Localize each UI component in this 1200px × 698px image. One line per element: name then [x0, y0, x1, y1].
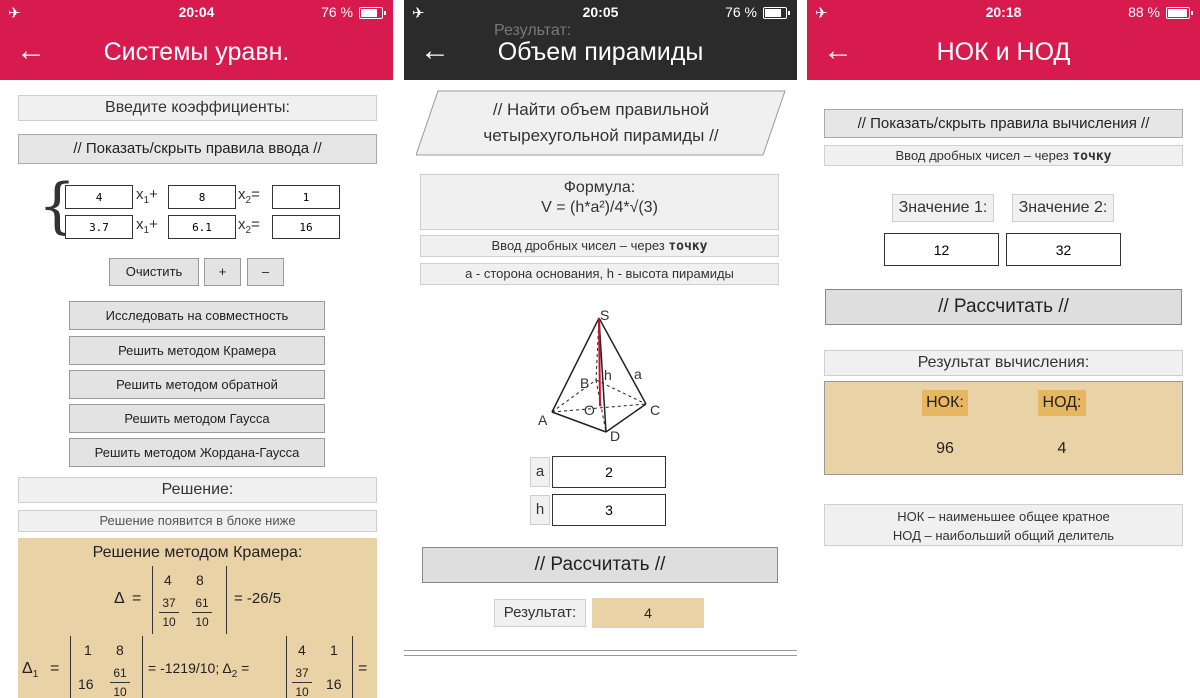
result-label: Результат: [494, 599, 586, 627]
cramer-solution-block: Решение методом Крамера: Δ = 4 8 37 10 61… [18, 538, 377, 698]
remove-row-button[interactable]: – [247, 258, 284, 286]
coef-r1-b[interactable] [168, 185, 236, 209]
m-cell: 16 [326, 676, 342, 692]
battery-icon [763, 7, 790, 19]
nod-value: 4 [1057, 440, 1067, 457]
point-label: A [538, 412, 548, 428]
x1-label: x1+ [136, 186, 158, 206]
m-cell: 4 [298, 642, 306, 658]
screen-lcm-gcd: ✈ 20:18 88 % ← НОК и НОД // Показать/скр… [807, 0, 1200, 698]
delta-symbol: Δ [114, 590, 125, 607]
solve-gauss-button[interactable]: Решить методом Гаусса [69, 404, 325, 433]
point-label: h [604, 367, 612, 383]
m-frac: 37 10 [159, 596, 179, 629]
eq-sign: = [358, 660, 368, 677]
calculate-button[interactable]: // Рассчитать // [825, 289, 1182, 325]
a-input[interactable] [552, 456, 666, 488]
point-label: S [600, 307, 610, 323]
battery-icon [1166, 7, 1193, 19]
m-cell: 8 [116, 642, 124, 658]
battery-icon [359, 7, 386, 19]
solution-header: Решение: [18, 477, 377, 503]
nav-bar: Результат: ← Объем пирамиды [404, 22, 797, 80]
m-cell: 4 [164, 572, 172, 588]
result-value: 4 [592, 598, 704, 628]
formula-text: V = (h*a²)/4*√(3) [541, 199, 658, 216]
eq-sign: = [132, 590, 142, 607]
task-text: // Найти объем правильной четырехугольно… [483, 100, 719, 145]
enter-coeffs-label: Введите коэффициенты: [18, 95, 377, 121]
clear-button[interactable]: Очистить [109, 258, 199, 286]
nok-value: 96 [936, 440, 954, 457]
m-frac: 61 10 [110, 666, 130, 698]
divider [404, 655, 797, 656]
screen-equations: ✈ 20:04 76 % ← Системы уравн. Введите ко… [0, 0, 393, 698]
cramer-title: Решение методом Крамера: [92, 544, 303, 561]
solve-cramer-button[interactable]: Решить методом Крамера [69, 336, 325, 365]
coef-r2-a[interactable] [65, 215, 133, 239]
formula-box: Формула: V = (h*a²)/4*√(3) [420, 174, 779, 230]
vars-hint: a - сторона основания, h - высота пирами… [420, 263, 779, 285]
eq-sign: = [50, 660, 60, 677]
result-header: Результат вычисления: [824, 350, 1183, 376]
solve-jordan-gauss-button[interactable]: Решить методом Жордана-Гаусса [69, 438, 325, 467]
nok-label: НОК: [922, 390, 968, 416]
nod-label: НОД: [1038, 390, 1086, 416]
legend-box: НОК – наименьшее общее кратное НОД – наи… [824, 504, 1183, 546]
solution-hint: Решение появится в блоке ниже [18, 510, 377, 532]
m-frac: 61 10 [192, 596, 212, 629]
result-block: НОК: НОД: 96 4 [824, 381, 1183, 475]
page-title: Системы уравн. [103, 38, 290, 66]
divider [404, 650, 797, 651]
m-cell: 8 [196, 572, 204, 588]
m-cell: 16 [78, 676, 94, 692]
decimal-hint: Ввод дробных чисел – через точку [824, 145, 1183, 166]
screen-pyramid: ✈ 20:05 76 % Результат: ← Объем пирамиды… [404, 0, 797, 698]
nav-bar: ← Системы уравн. [0, 26, 393, 80]
m-cell: 1 [330, 642, 338, 658]
delta1-result: = -1219/10; Δ2 = [148, 660, 250, 680]
a-label: a [530, 457, 550, 487]
status-bar: ✈ 20:04 76 % [0, 0, 393, 26]
point-label: O [584, 402, 595, 418]
coef-r1-c[interactable] [272, 185, 340, 209]
value2-label: Значение 2: [1012, 194, 1114, 222]
battery-percent: 76 % [725, 4, 757, 20]
delta1-symbol: Δ1 [22, 660, 39, 681]
m-cell: 1 [84, 642, 92, 658]
coef-r2-b[interactable] [168, 215, 236, 239]
status-bar: ✈ 20:05 76 % [404, 0, 797, 26]
toggle-rules-button[interactable]: // Показать/скрыть правила ввода // [18, 134, 377, 164]
page-title: НОК и НОД [936, 38, 1071, 66]
x1-label: x1+ [136, 216, 158, 236]
h-label: h [530, 495, 550, 525]
nav-bar: ← НОК и НОД [807, 26, 1200, 80]
x2-label: x2= [238, 186, 260, 206]
coef-r1-a[interactable] [65, 185, 133, 209]
battery-percent: 76 % [321, 4, 353, 20]
solve-inverse-button[interactable]: Решить методом обратной [69, 370, 325, 399]
point-label: C [650, 402, 661, 418]
page-title: Объем пирамиды [497, 38, 704, 66]
coef-r2-c[interactable] [272, 215, 340, 239]
x2-label: x2= [238, 216, 260, 236]
m-frac: 37 10 [292, 666, 312, 698]
value1-label: Значение 1: [892, 194, 994, 222]
point-label: D [610, 428, 621, 444]
point-label: a [634, 366, 642, 382]
value2-input[interactable] [1006, 233, 1121, 266]
decimal-hint: Ввод дробных чисел – через точку [420, 235, 779, 257]
calculate-button[interactable]: // Рассчитать // [422, 547, 778, 583]
delta-result: = -26/5 [234, 590, 282, 607]
point-label: B [580, 375, 590, 391]
value1-input[interactable] [884, 233, 999, 266]
add-row-button[interactable]: + [204, 258, 241, 286]
status-bar: ✈ 20:18 88 % [807, 0, 1200, 26]
battery-percent: 88 % [1128, 4, 1160, 20]
check-consistency-button[interactable]: Исследовать на совместность [69, 301, 325, 330]
toggle-rules-button[interactable]: // Показать/скрыть правила вычисления // [824, 109, 1183, 138]
h-input[interactable] [552, 494, 666, 526]
